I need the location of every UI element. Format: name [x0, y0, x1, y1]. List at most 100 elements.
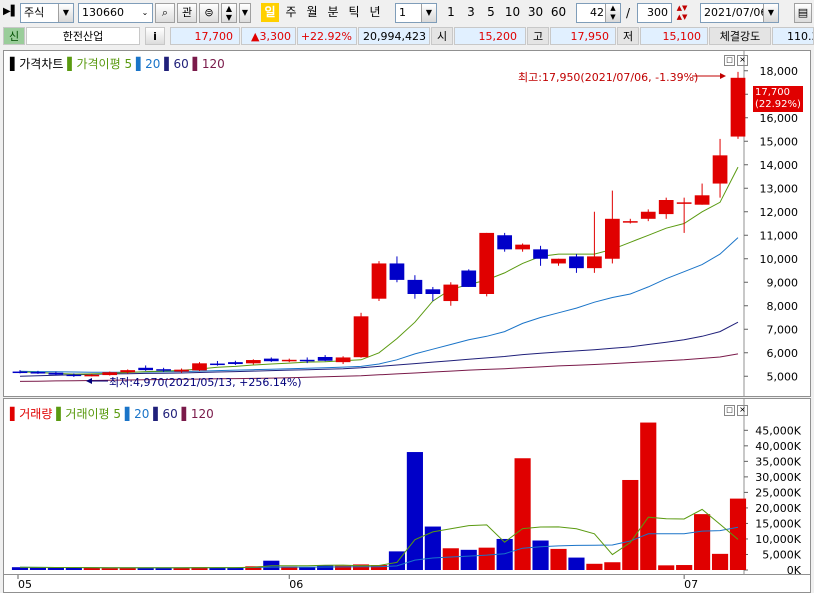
market-type-value: 주식: [24, 6, 45, 19]
volume-bar: [532, 540, 549, 570]
tab-period[interactable]: 틱: [345, 3, 363, 22]
price-ma60-label: 60: [173, 57, 189, 71]
count-max-input[interactable]: 300: [637, 3, 672, 23]
volume-legend: ▌거래량 ▌거래이평 5 ▌20 ▌60 ▌120: [10, 407, 214, 421]
tab-period[interactable]: 일: [261, 3, 279, 22]
price-panel-maximize-icon[interactable]: □: [724, 55, 735, 66]
price-tick-label: 5,000: [767, 370, 799, 383]
volume-bar: [424, 526, 441, 570]
current-price-tag-value: 17,700: [755, 87, 790, 98]
stock-status-badge: 신: [8, 30, 20, 43]
price-tick-label: 13,000: [760, 182, 799, 195]
open-cell: 15,200: [454, 27, 526, 45]
market-type-icon[interactable]: ▶▌: [3, 5, 18, 19]
chevron-down-icon[interactable]: ▼: [763, 4, 778, 22]
volume-ma60-label: 60: [162, 407, 178, 421]
price-chart-panel[interactable]: 18,00017,00016,00015,00014,00013,00012,0…: [3, 50, 811, 397]
watch-label: 관: [181, 6, 193, 19]
price-ma20-label: 20: [145, 57, 161, 71]
x-tick-label: 05: [18, 578, 32, 591]
candle-body: [425, 289, 441, 294]
stepper-icon[interactable]: ▲ ▼: [605, 4, 620, 22]
chevron-down-icon[interactable]: ⌄: [138, 4, 152, 22]
stock-code-input[interactable]: 130660 ⌄: [78, 3, 153, 23]
info-button[interactable]: i: [145, 27, 165, 45]
market-type-select[interactable]: 주식 ▼: [20, 3, 74, 23]
ma60-line: [19, 321, 739, 377]
chevron-down-icon[interactable]: ▼: [58, 4, 73, 22]
candle-body: [551, 258, 566, 264]
quick-interval-button[interactable]: 10: [502, 3, 523, 22]
high-label: 고: [532, 30, 544, 43]
quick-interval-button[interactable]: 5: [482, 3, 500, 22]
menu-dropdown-button[interactable]: ▼: [239, 3, 251, 23]
current-price: 17,700: [194, 30, 234, 43]
volume-bar: [694, 514, 711, 570]
candle-body: [317, 356, 333, 361]
volume-panel-close-icon[interactable]: ×: [737, 405, 748, 416]
price-ma-label: 가격이평: [76, 57, 121, 71]
quick-interval-button[interactable]: 1: [442, 3, 460, 22]
volume-bar: [622, 479, 639, 570]
x-tick-label: 06: [289, 578, 303, 591]
open-price: 15,200: [478, 30, 518, 43]
volume-legend-title: 거래량: [19, 407, 53, 421]
save-image-button[interactable]: ▤: [794, 3, 812, 23]
volume-ma20-label: 20: [134, 407, 150, 421]
tab-period[interactable]: 월: [303, 3, 321, 22]
candle-body: [371, 263, 387, 299]
tab-period[interactable]: 년: [366, 3, 384, 22]
search-icon: ⌕: [161, 6, 169, 19]
volume-tick-label: 25,000K: [755, 486, 801, 499]
price-tick-label: 18,000: [760, 65, 799, 78]
tab-period[interactable]: 분: [324, 3, 342, 22]
volume-bar: [711, 553, 729, 570]
current-price-tag: 17,700 (22.92%): [753, 86, 803, 112]
quick-interval-button[interactable]: 30: [525, 3, 546, 22]
tab-period[interactable]: 주: [282, 3, 300, 22]
volume-bar: [604, 562, 621, 570]
candle-body: [569, 256, 584, 269]
date-value: 2021/07/06: [704, 6, 768, 19]
candle-body: [210, 363, 225, 366]
count-max-value: 300: [647, 6, 668, 19]
price-legend-title: 가격차트: [19, 57, 64, 71]
candle-body: [156, 369, 171, 371]
volume-ma5-label: 5: [113, 407, 122, 421]
candle-body: [12, 371, 28, 374]
volume-chart-panel[interactable]: 45,000K 40,000K 35,000K 30,000K 25,000K 20,00…: [3, 398, 811, 575]
quick-interval-button[interactable]: 60: [548, 3, 569, 22]
price-panel-close-icon[interactable]: ×: [737, 55, 748, 66]
chevron-down-icon[interactable]: ▼: [421, 4, 436, 22]
count-adjust-icon[interactable]: ▲▼ ▲▼: [675, 4, 689, 22]
chevron-down-icon: ▼: [241, 8, 249, 17]
candle-body: [694, 195, 710, 205]
execution-strength: 110.3: [787, 30, 813, 43]
price-chart[interactable]: 18,00017,00016,00015,00014,00013,00012,0…: [4, 51, 810, 396]
stock-name-cell[interactable]: 한전산업: [26, 27, 140, 45]
spin-updown-button[interactable]: ▲ ▼: [221, 3, 237, 23]
candle-body: [443, 284, 459, 302]
search-button[interactable]: ⌕: [155, 3, 175, 23]
link-icon: ⊜: [204, 6, 214, 19]
price-ma5-label: 5: [124, 57, 133, 71]
high-cell: 17,950: [550, 27, 616, 45]
sync-button[interactable]: ⊜: [199, 3, 219, 23]
candle-body: [48, 372, 64, 375]
quick-interval-button[interactable]: 3: [462, 3, 480, 22]
volume-chart[interactable]: 45,000K 40,000K 35,000K 30,000K 25,000K 20,00…: [4, 399, 810, 574]
candle-body: [587, 256, 602, 269]
image-icon: ▤: [797, 6, 809, 19]
count-input[interactable]: 42 ▲ ▼: [576, 3, 621, 23]
interval-select[interactable]: 1 ▼: [395, 3, 437, 23]
volume-panel-maximize-icon[interactable]: □: [724, 405, 735, 416]
stock-code-value: 130660: [82, 6, 124, 19]
candle-body: [66, 374, 82, 377]
candle-body: [604, 218, 620, 259]
candle-body: [30, 372, 46, 374]
candle-body: [497, 235, 513, 250]
watch-button[interactable]: 관: [177, 3, 197, 23]
candle-body: [174, 369, 189, 372]
date-input[interactable]: 2021/07/06 ▼: [700, 3, 779, 23]
price-tick-label: 6,000: [767, 347, 799, 360]
